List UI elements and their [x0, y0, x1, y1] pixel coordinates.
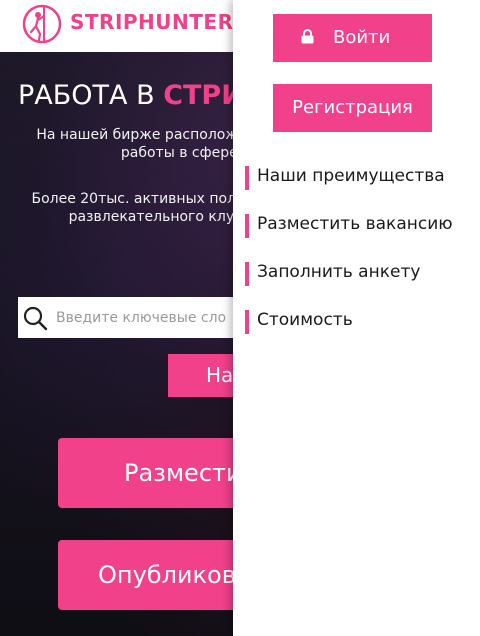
nav-item-pricing[interactable]: Стоимость: [245, 310, 353, 334]
hero-title-prefix: РАБОТА В: [18, 80, 155, 111]
side-drawer-menu: Войти Регистрация Наши преимущества Разм…: [233, 0, 480, 636]
register-button[interactable]: Регистрация: [273, 84, 432, 132]
nav-item-post-vacancy[interactable]: Разместить вакансию: [245, 214, 453, 238]
search-icon[interactable]: [22, 305, 48, 331]
login-label: Войти: [333, 27, 391, 48]
login-button[interactable]: Войти: [273, 14, 432, 62]
register-label: Регистрация: [292, 97, 413, 118]
hero-title: РАБОТА В СТРИП: [18, 80, 266, 111]
nav-item-advantages[interactable]: Наши преимущества: [245, 166, 445, 190]
dancer-logo-icon[interactable]: [22, 4, 62, 44]
brand-name[interactable]: STRIPHUNTER: [70, 10, 233, 34]
lock-icon: [301, 29, 314, 44]
nav-item-fill-profile[interactable]: Заполнить анкету: [245, 262, 420, 286]
